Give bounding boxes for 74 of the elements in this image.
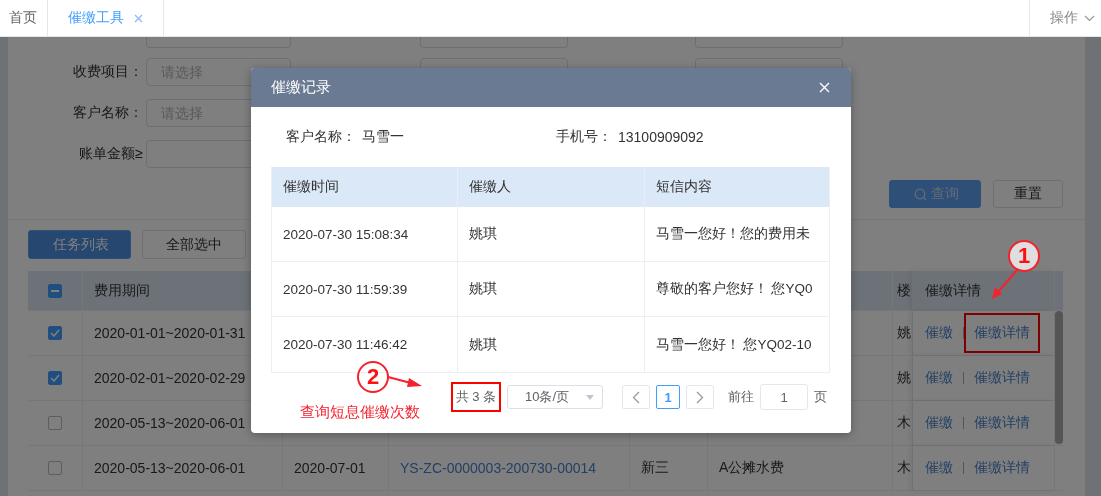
page-suffix: 页 xyxy=(814,388,827,406)
page-number[interactable]: 1 xyxy=(656,385,680,409)
info-label: 客户名称： xyxy=(286,128,356,146)
remind-details-link[interactable]: 催缴详情 xyxy=(974,414,1030,432)
table-cell: 姚 xyxy=(897,369,911,387)
remind-link[interactable]: 催缴 xyxy=(925,414,953,432)
table-cell: 姚琪 xyxy=(469,280,498,298)
dropdown-icon xyxy=(586,394,594,400)
go-to-label: 前往 xyxy=(728,388,754,406)
table-cell: 新三 xyxy=(641,459,669,477)
close-icon[interactable] xyxy=(134,13,143,23)
scrollbar-thumb[interactable] xyxy=(1055,311,1063,444)
table-cell: 2020-02-01~2020-02-29 xyxy=(94,370,246,386)
table-cell: A公摊水费 xyxy=(719,459,785,477)
table-cell: 2020-07-30 11:46:42 xyxy=(283,337,408,352)
chevron-down-icon xyxy=(1084,14,1095,22)
table-cell: 木 xyxy=(897,414,911,432)
next-page-button[interactable] xyxy=(686,385,714,409)
task-list-button[interactable]: 任务列表 xyxy=(28,230,131,259)
column-header: 催缴时间 xyxy=(283,178,339,196)
column-header: 楼 xyxy=(897,281,911,300)
table-cell: 姚琪 xyxy=(469,335,498,354)
chevron-right-icon xyxy=(696,390,704,404)
column-header: 费用期间 xyxy=(94,281,150,300)
checkbox[interactable] xyxy=(48,326,62,340)
field-label: 账单金额≥ xyxy=(78,145,144,163)
table-cell: 马雪一您好！您的费用未 xyxy=(655,225,810,243)
remind-link[interactable]: 催缴 xyxy=(925,459,953,477)
table-cell: 2020-01-01~2020-01-31 xyxy=(94,325,246,341)
field-label: 客户名称： xyxy=(72,104,144,122)
page-input[interactable]: 1 xyxy=(760,384,808,410)
checkbox[interactable] xyxy=(48,371,62,385)
checkbox[interactable] xyxy=(48,283,62,298)
table-cell: 2020-07-01 xyxy=(294,460,366,476)
checkbox[interactable] xyxy=(48,416,62,430)
remind-details-link[interactable]: 催缴详情 xyxy=(974,369,1030,387)
column-header: 催缴详情 xyxy=(925,281,981,300)
info-label: 手机号： xyxy=(556,128,612,146)
remind-link[interactable]: 催缴 xyxy=(925,324,953,342)
remind-link[interactable]: 催缴 xyxy=(925,369,953,387)
column-header: 催缴人 xyxy=(469,178,512,196)
page-size-select[interactable]: 10条/页 xyxy=(507,385,603,409)
input-field[interactable] xyxy=(420,37,568,48)
chevron-left-icon xyxy=(632,390,640,404)
checkbox[interactable] xyxy=(48,461,62,475)
annotation-arrow xyxy=(990,268,1020,300)
table-cell: 姚琪 xyxy=(469,225,498,243)
remind-details-link[interactable]: 催缴详情 xyxy=(974,459,1030,477)
table-cell: 马雪一您好！ 您YQ02-10 xyxy=(655,335,812,354)
table-cell: 木 xyxy=(897,459,911,477)
input-field[interactable] xyxy=(695,37,843,48)
remind-details-link[interactable]: 催缴详情 xyxy=(966,315,1038,351)
total-count: 共 3 条 xyxy=(450,382,501,412)
info-value: 马雪一 xyxy=(362,128,405,146)
table-cell: 2020-05-13~2020-06-01 xyxy=(94,415,246,431)
annotation-arrow xyxy=(387,375,423,389)
table-cell: 2020-05-13~2020-06-01 xyxy=(94,460,246,476)
previous-page-button[interactable] xyxy=(622,385,650,409)
table-cell: 2020-07-30 15:08:34 xyxy=(283,226,409,242)
tab[interactable]: 催缴工具 xyxy=(47,0,164,36)
select-all-button[interactable]: 全部选中 xyxy=(142,230,246,259)
annotation-caption: 查询短息催缴次数 xyxy=(300,403,420,422)
table-cell: 2020-07-30 11:59:39 xyxy=(283,281,408,297)
info-value: 13100909092 xyxy=(618,129,704,145)
input-field[interactable] xyxy=(146,37,291,48)
bill-number-link[interactable]: YS-ZC-0000003-200730-00014 xyxy=(400,460,597,476)
table-cell: 尊敬的客户您好！ 您YQ0 xyxy=(655,280,813,298)
tab[interactable]: 首页 xyxy=(0,0,47,36)
table-cell: 姚 xyxy=(897,324,911,342)
column-header: 短信内容 xyxy=(655,178,712,196)
search-icon xyxy=(914,187,927,201)
reset-button[interactable]: 重置 xyxy=(993,180,1063,208)
annotation-number: 2 xyxy=(357,361,389,393)
field-label: 收费项目： xyxy=(72,63,144,81)
